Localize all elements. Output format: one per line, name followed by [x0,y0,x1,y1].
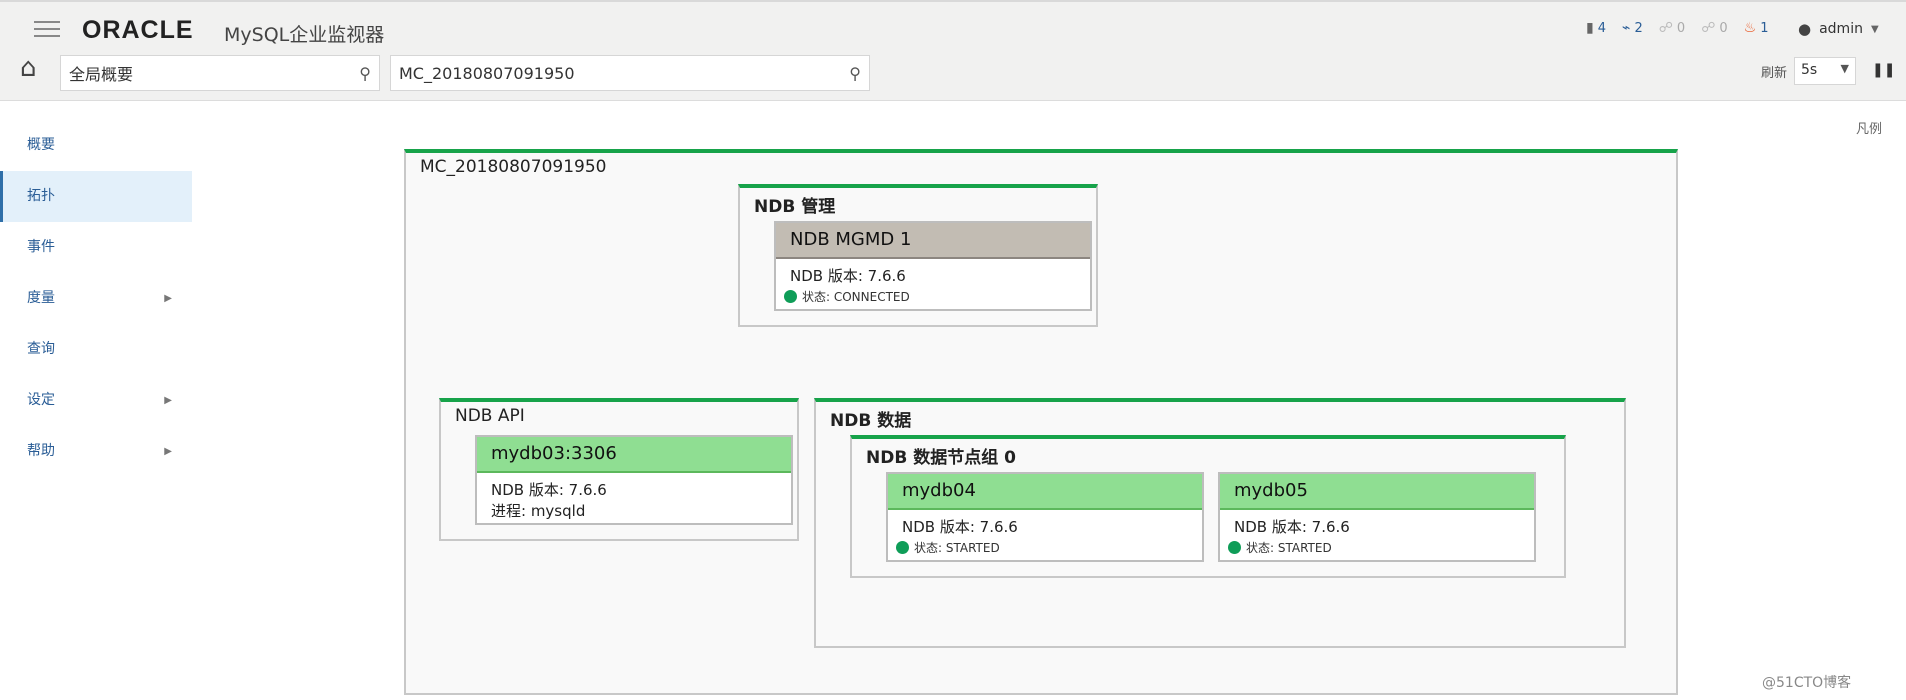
group-search[interactable]: 全局概要 ⚲ [60,55,380,91]
ndb-data-title: NDB 数据 [830,411,912,431]
mgmd-node-name: NDB MGMD 1 [776,223,1090,259]
node-group-title: NDB 数据节点组 0 [866,448,1016,468]
ndb-api-title: NDB API [455,406,525,426]
status-summary: ▮ 4 ⌁ 2 ☍ 0 ☍ 0 ♨ 1 [1586,20,1769,36]
sidebar-item-queries[interactable]: 查询 [0,324,192,375]
pause-icon[interactable]: ❚❚ [1872,62,1895,78]
sidebar: 概要 拓扑 事件 度量 ▶ 查询 设定 ▶ 帮助 ▶ [0,120,192,477]
status-ok-icon [784,290,797,303]
sidebar-item-topology[interactable]: 拓扑 [0,171,192,222]
data-node-mydb04[interactable]: mydb04 NDB 版本: 7.6.6 状态: STARTED [886,472,1204,562]
asset-search-input[interactable]: MC_20180807091950 [399,64,849,83]
api-node-version: NDB 版本: 7.6.6 [491,481,607,499]
asset-search[interactable]: MC_20180807091950 ⚲ [390,55,870,91]
chevron-down-icon: ▼ [1870,23,1879,35]
search-icon[interactable]: ⚲ [849,64,861,83]
legend-link[interactable]: 凡例 [1856,118,1882,137]
warning-event-icon: ☍ [1701,20,1716,36]
ndb-api-box: NDB API mydb03:3306 NDB 版本: 7.6.6 进程: my… [439,398,799,541]
home-icon[interactable]: ⌂ [20,53,37,83]
chevron-right-icon: ▶ [164,293,172,304]
group-search-input[interactable]: 全局概要 [69,61,359,85]
refresh-label: 刷新 [1761,66,1788,81]
status-ok-icon [896,541,909,554]
agent-count[interactable]: ⌁ 2 [1622,20,1643,36]
warning-event-count[interactable]: ☍ 0 [1701,20,1727,36]
top-bar: ORACLE MySQL企业监视器 ▮ 4 ⌁ 2 ☍ 0 ☍ 0 ♨ 1 ● … [0,0,1906,101]
refresh-interval-select[interactable]: 5s ▼ [1794,57,1856,85]
sidebar-item-events[interactable]: 事件 [0,222,192,273]
user-menu[interactable]: ● admin ▼ [1798,20,1879,38]
ndb-data-box: NDB 数据 NDB 数据节点组 0 mydb04 NDB 版本: 7.6.6 … [814,398,1626,648]
oracle-logo: ORACLE [82,16,194,44]
critical-event-count[interactable]: ♨ 1 [1744,20,1769,36]
chevron-down-icon: ▼ [1840,62,1849,75]
api-node[interactable]: mydb03:3306 NDB 版本: 7.6.6 进程: mysqld [475,435,793,525]
data-node-version: NDB 版本: 7.6.6 [1234,518,1350,536]
server-icon: ▮ [1586,20,1594,36]
api-node-process: 进程: mysqld [491,502,586,520]
data-node-mydb05[interactable]: mydb05 NDB 版本: 7.6.6 状态: STARTED [1218,472,1536,562]
data-node-version: NDB 版本: 7.6.6 [902,518,1018,536]
sidebar-item-settings[interactable]: 设定 ▶ [0,375,192,426]
mgmd-node[interactable]: NDB MGMD 1 NDB 版本: 7.6.6 状态: CONNECTED [774,221,1092,311]
data-node-status: 状态: STARTED [888,539,1202,556]
search-icon[interactable]: ⚲ [359,64,371,83]
mgmd-node-status: 状态: CONNECTED [776,288,1090,305]
critical-event-icon: ♨ [1743,20,1757,36]
user-icon: ● [1798,20,1812,38]
menu-icon[interactable] [34,21,60,39]
server-count[interactable]: ▮ 4 [1586,20,1606,36]
ndb-mgmt-box: NDB 管理 NDB MGMD 1 NDB 版本: 7.6.6 状态: CONN… [738,184,1098,327]
data-node-name: mydb05 [1220,474,1534,510]
mgmd-node-version: NDB 版本: 7.6.6 [790,267,906,285]
chevron-right-icon: ▶ [164,395,172,406]
agent-icon: ⌁ [1622,20,1631,36]
sidebar-item-overview[interactable]: 概要 [0,120,192,171]
info-event-icon: ☍ [1658,20,1673,36]
data-node-name: mydb04 [888,474,1202,510]
ndb-mgmt-title: NDB 管理 [754,197,836,217]
node-group-box: NDB 数据节点组 0 mydb04 NDB 版本: 7.6.6 状态: STA… [850,435,1566,578]
watermark: @51CTO博客 [1762,675,1852,691]
info-event-count[interactable]: ☍ 0 [1659,20,1685,36]
product-title: MySQL企业监视器 [224,24,385,46]
api-node-name: mydb03:3306 [477,437,791,473]
sidebar-item-metrics[interactable]: 度量 ▶ [0,273,192,324]
chevron-right-icon: ▶ [164,446,172,457]
status-ok-icon [1228,541,1241,554]
sidebar-item-help[interactable]: 帮助 ▶ [0,426,192,477]
cluster-title: MC_20180807091950 [420,157,607,177]
data-node-status: 状态: STARTED [1220,539,1534,556]
